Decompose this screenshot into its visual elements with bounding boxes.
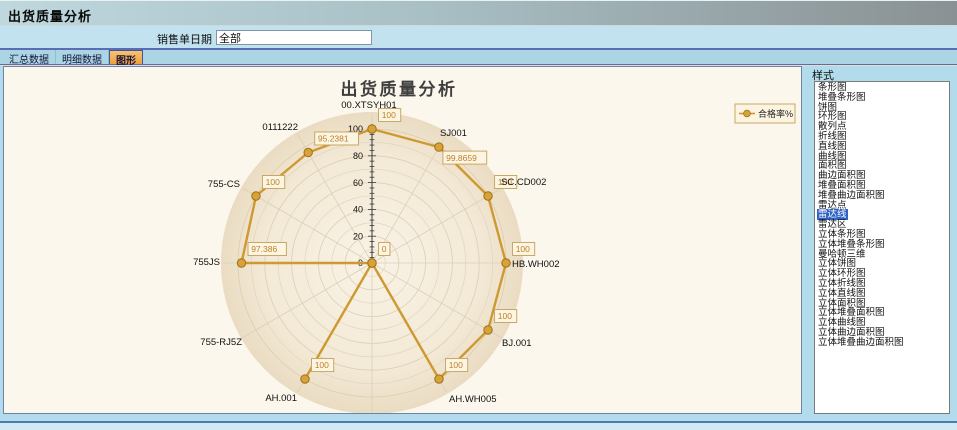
svg-text:97.386: 97.386 <box>251 244 277 254</box>
bottom-strip <box>0 423 957 430</box>
tab-graph[interactable]: 图形 <box>109 50 143 64</box>
filter-bar: 销售单日期 <box>0 26 957 48</box>
tab-summary-data[interactable]: 汇总数据 <box>3 50 56 64</box>
svg-text:100: 100 <box>516 244 530 254</box>
svg-text:80: 80 <box>353 151 363 161</box>
window-titlebar: 出货质量分析 <box>0 0 957 26</box>
svg-text:AH.RH.001: AH.RH.001 <box>348 412 396 413</box>
tab-detail-data[interactable]: 明细数据 <box>56 50 109 64</box>
svg-text:755-CS: 755-CS <box>208 179 240 190</box>
svg-text:60: 60 <box>353 178 363 188</box>
tab-bar: 汇总数据 明细数据 图形 <box>0 50 957 65</box>
svg-text:755-RJ5Z: 755-RJ5Z <box>200 337 242 348</box>
svg-text:100: 100 <box>315 360 329 370</box>
svg-text:100: 100 <box>498 311 512 321</box>
page-title: 出货质量分析 <box>8 6 92 25</box>
svg-text:AH.001: AH.001 <box>265 393 297 404</box>
svg-text:00.XTSYH01: 00.XTSYH01 <box>341 100 396 111</box>
svg-text:100: 100 <box>449 360 463 370</box>
svg-text:0111222: 0111222 <box>262 122 298 133</box>
svg-text:HB.WH002: HB.WH002 <box>512 259 560 270</box>
sales-date-input[interactable] <box>216 30 372 45</box>
svg-text:40: 40 <box>353 205 363 215</box>
svg-text:20: 20 <box>353 231 363 241</box>
chart-panel: 02040608010010099.8659100100100100010009… <box>3 66 802 414</box>
radar-chart: 02040608010010099.8659100100100100010009… <box>4 67 801 413</box>
sales-date-label: 销售单日期 <box>150 31 212 47</box>
svg-text:95.2381: 95.2381 <box>318 134 349 144</box>
svg-text:0: 0 <box>382 244 387 254</box>
style-option[interactable]: 立体堆叠曲边面积图 <box>817 338 949 348</box>
svg-text:出货质量分析: 出货质量分析 <box>341 79 458 99</box>
svg-text:SJ001: SJ001 <box>440 128 467 139</box>
svg-text:BJ.001: BJ.001 <box>502 338 532 349</box>
svg-text:SC.CD002: SC.CD002 <box>501 177 546 188</box>
style-listbox[interactable]: 条形图堆叠条形图饼图环形图散列点折线图直线图曲线图面积图曲边面积图堆叠面积图堆叠… <box>814 81 950 414</box>
svg-text:755JS: 755JS <box>193 257 220 268</box>
svg-text:100: 100 <box>266 177 280 187</box>
svg-text:100: 100 <box>382 110 396 120</box>
svg-text:99.8659: 99.8659 <box>446 153 477 163</box>
svg-text:AH.WH005: AH.WH005 <box>449 394 497 405</box>
svg-text:合格率%: 合格率% <box>758 108 793 119</box>
content-area: 02040608010010099.8659100100100100010009… <box>0 66 957 421</box>
